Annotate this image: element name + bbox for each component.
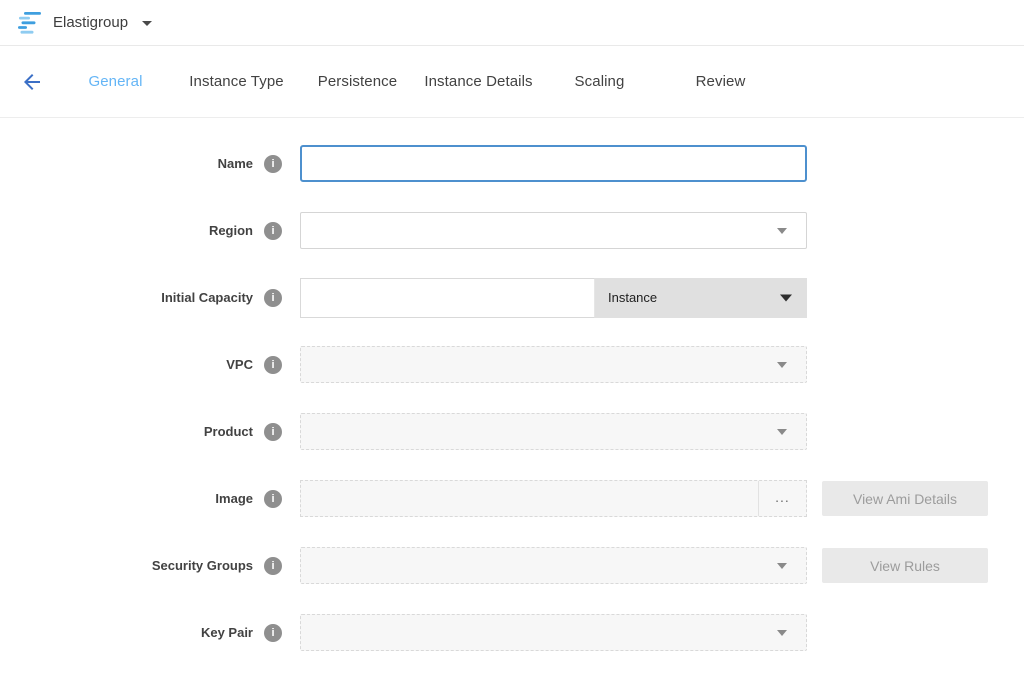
info-icon[interactable]: i xyxy=(264,624,282,642)
form-row-name: Name i xyxy=(0,130,1024,197)
info-icon[interactable]: i xyxy=(264,423,282,441)
image-label: Image xyxy=(215,491,253,506)
info-icon[interactable]: i xyxy=(264,490,282,508)
chevron-down-icon xyxy=(777,429,787,435)
general-settings-form: Name i Region i Initial Capacity i xyxy=(0,118,1024,666)
tab-scaling[interactable]: Scaling xyxy=(539,73,660,90)
form-row-vpc: VPC i xyxy=(0,331,1024,398)
region-label: Region xyxy=(209,223,253,238)
product-select xyxy=(300,413,807,450)
region-select[interactable] xyxy=(300,212,807,249)
vpc-select xyxy=(300,346,807,383)
info-icon[interactable]: i xyxy=(264,155,282,173)
view-rules-button: View Rules xyxy=(822,548,988,583)
chevron-down-icon xyxy=(780,294,792,301)
capacity-unit-select[interactable]: Instance xyxy=(595,278,807,318)
back-button[interactable] xyxy=(20,70,44,94)
vpc-label: VPC xyxy=(226,357,253,372)
info-icon[interactable]: i xyxy=(264,222,282,240)
view-ami-details-button: View Ami Details xyxy=(822,481,988,516)
chevron-down-icon xyxy=(777,563,787,569)
key-pair-label: Key Pair xyxy=(201,625,253,640)
name-input[interactable] xyxy=(300,145,807,182)
tab-instance-type[interactable]: Instance Type xyxy=(176,73,297,90)
app-name: Elastigroup xyxy=(53,14,128,31)
form-row-image: Image i ... View Ami Details xyxy=(0,465,1024,532)
form-row-region: Region i xyxy=(0,197,1024,264)
tab-instance-details[interactable]: Instance Details xyxy=(418,73,539,90)
image-lookup-field: ... xyxy=(300,480,807,517)
capacity-unit-value: Instance xyxy=(608,290,657,305)
tab-general[interactable]: General xyxy=(55,73,176,90)
form-row-product: Product i xyxy=(0,398,1024,465)
initial-capacity-label: Initial Capacity xyxy=(161,290,253,305)
info-icon[interactable]: i xyxy=(264,557,282,575)
info-icon[interactable]: i xyxy=(264,289,282,307)
product-label: Product xyxy=(204,424,253,439)
initial-capacity-input[interactable] xyxy=(300,278,595,318)
arrow-back-icon xyxy=(20,70,44,94)
tabs: General Instance Type Persistence Instan… xyxy=(55,73,781,90)
form-row-initial-capacity: Initial Capacity i Instance xyxy=(0,264,1024,331)
form-row-security-groups: Security Groups i View Rules xyxy=(0,532,1024,599)
name-label: Name xyxy=(218,156,253,171)
security-groups-select xyxy=(300,547,807,584)
form-row-key-pair: Key Pair i xyxy=(0,599,1024,666)
tab-persistence[interactable]: Persistence xyxy=(297,73,418,90)
info-icon[interactable]: i xyxy=(264,356,282,374)
browse-ellipsis-button: ... xyxy=(758,481,806,516)
product-switcher[interactable]: Elastigroup xyxy=(16,10,152,36)
image-value xyxy=(301,481,758,516)
key-pair-select xyxy=(300,614,807,651)
top-bar: Elastigroup xyxy=(0,0,1024,46)
tab-review[interactable]: Review xyxy=(660,73,781,90)
chevron-down-icon xyxy=(777,630,787,636)
chevron-down-icon xyxy=(777,228,787,234)
elastigroup-logo-icon xyxy=(16,10,43,36)
security-groups-label: Security Groups xyxy=(152,558,253,573)
chevron-down-icon xyxy=(777,362,787,368)
wizard-tab-bar: General Instance Type Persistence Instan… xyxy=(0,46,1024,118)
chevron-down-icon xyxy=(142,21,152,26)
